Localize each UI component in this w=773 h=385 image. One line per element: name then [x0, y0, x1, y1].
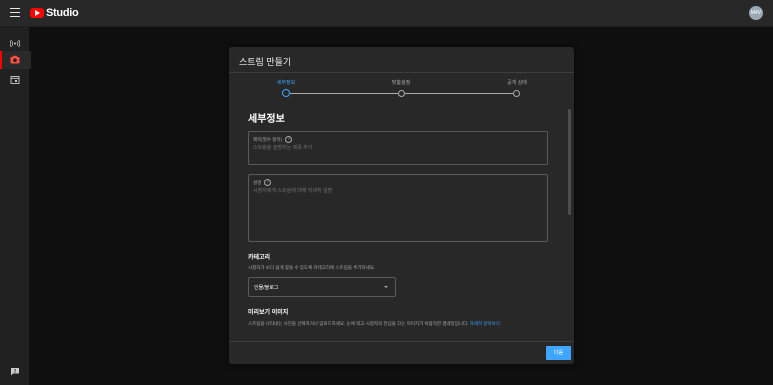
- step-visibility-dot[interactable]: [513, 90, 520, 97]
- camera-icon: [10, 55, 20, 64]
- youtube-logo-icon: [30, 8, 44, 18]
- avatar[interactable]: M4V: [749, 6, 763, 20]
- broadcast-icon: [10, 39, 20, 48]
- left-sidebar: [0, 27, 31, 385]
- next-button[interactable]: 다음: [546, 346, 571, 360]
- title-field-label: 제목(필수 항목): [253, 136, 283, 142]
- youtube-studio-logo[interactable]: Studio: [30, 7, 79, 19]
- step-visibility-label[interactable]: 공개 상태: [507, 79, 527, 86]
- section-title: 세부정보: [248, 114, 285, 125]
- help-icon[interactable]: ?: [285, 136, 293, 143]
- sidebar-item-webcam[interactable]: [0, 51, 31, 69]
- thumbnail-title: 미리보기 이미지: [248, 310, 289, 316]
- thumbnail-description-block: 스트림을 나타내는 사진을 선택하거나 업로드하세요. 눈에 띄고 시청자의 관…: [248, 320, 548, 328]
- category-title: 카테고리: [248, 255, 271, 261]
- description-field[interactable]: 설명 ? 시청자에게 스트림에 대해 자세히 설명: [248, 174, 548, 242]
- create-stream-dialog: 스트림 만들기 세부정보 맞춤설정 공개 상태 세부정보 제목(필수 항목) ?…: [229, 47, 574, 364]
- description-field-label-row: 설명 ?: [253, 179, 272, 186]
- top-app-bar: Studio M4V: [0, 0, 773, 27]
- step-details-label[interactable]: 세부정보: [277, 79, 295, 86]
- help-icon[interactable]: ?: [264, 179, 272, 186]
- step-customize-dot[interactable]: [398, 90, 405, 97]
- scrollbar-thumb[interactable]: [568, 109, 571, 215]
- thumbnail-description: 스트림을 나타내는 사진을 선택하거나 업로드하세요. 눈에 띄고 시청자의 관…: [248, 321, 469, 326]
- dialog-title: 스트림 만들기: [239, 57, 292, 67]
- stepper-line: [405, 93, 514, 94]
- description-field-label: 설명: [253, 179, 262, 185]
- stepper-line: [290, 93, 398, 94]
- hamburger-menu-icon[interactable]: [10, 8, 20, 18]
- app-name: Studio: [46, 7, 79, 19]
- calendar-icon: [10, 76, 20, 84]
- learn-more-link[interactable]: 자세히 알아보기: [470, 321, 500, 326]
- dropdown-arrow-icon: [384, 286, 388, 288]
- sidebar-item-feedback[interactable]: [0, 363, 29, 381]
- category-select[interactable]: 인물/블로그: [248, 277, 396, 297]
- category-select-value: 인물/블로그: [254, 285, 279, 291]
- divider: [229, 72, 574, 73]
- step-customize-label[interactable]: 맞춤설정: [392, 79, 410, 86]
- title-field[interactable]: 제목(필수 항목) ? 스트림을 설명하는 제목 추가: [248, 131, 548, 165]
- sidebar-item-manage[interactable]: [0, 71, 29, 89]
- title-field-label-row: 제목(필수 항목) ?: [253, 136, 293, 143]
- description-field-placeholder: 시청자에게 스트림에 대해 자세히 설명: [253, 188, 333, 194]
- category-description: 시청자가 보다 쉽게 찾을 수 있도록 카테고리에 스트림을 추가하세요.: [248, 265, 376, 270]
- title-field-placeholder: 스트림을 설명하는 제목 추가: [253, 145, 313, 151]
- feedback-icon: [11, 368, 19, 376]
- divider: [229, 341, 574, 342]
- step-details-dot[interactable]: [282, 89, 290, 97]
